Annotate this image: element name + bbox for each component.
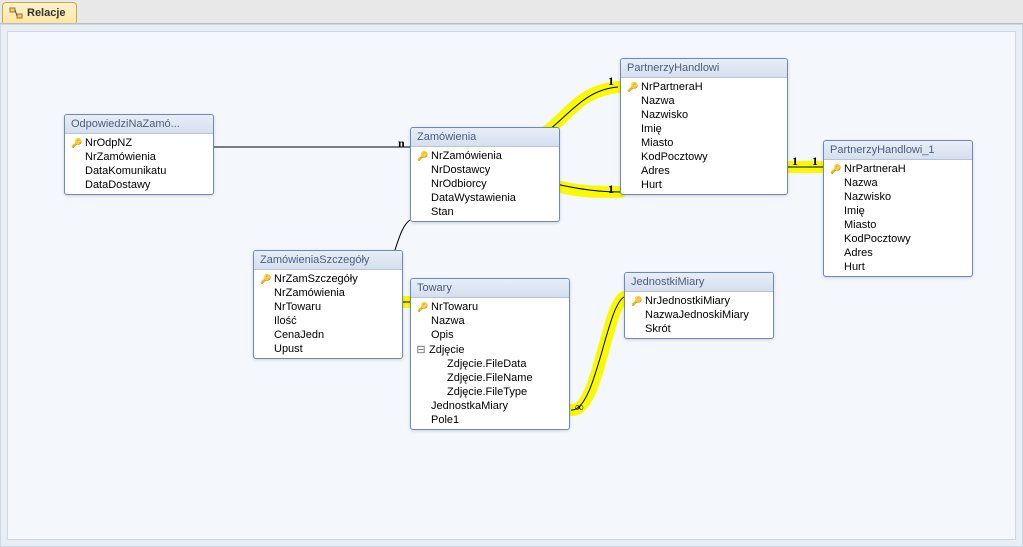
table-field[interactable]: Skrót: [625, 322, 773, 336]
table-header-zamsz[interactable]: ZamówieniaSzczegóły: [254, 251, 402, 270]
field-list-towary: NrTowaru Nazwa Opis ⊟ Zdjęcie Zdjęcie.Fi…: [411, 298, 569, 429]
field-list-jm: NrJednostkiMiary NazwaJednoskiMiary Skró…: [625, 292, 773, 338]
table-zamowienia[interactable]: Zamówienia NrZamówienia NrDostawcy NrOdb…: [410, 127, 560, 222]
table-field[interactable]: Nazwa: [411, 314, 569, 328]
field-list-zam: NrZamówienia NrDostawcy NrOdbiorcy DataW…: [411, 147, 559, 221]
collapse-icon[interactable]: ⊟: [415, 343, 427, 356]
table-partnerzy-1[interactable]: PartnerzyHandlowi_1 NrPartneraH Nazwa Na…: [823, 140, 973, 277]
relationships-icon: [9, 6, 23, 20]
table-field[interactable]: NrJednostkiMiary: [625, 294, 773, 308]
table-jednostki-miary[interactable]: JednostkiMiary NrJednostkiMiary NazwaJed…: [624, 272, 774, 339]
table-field[interactable]: NrZamSzczegóły: [254, 272, 402, 286]
cardinality-one2: 1: [608, 182, 614, 197]
table-field[interactable]: NrPartneraH: [621, 80, 787, 94]
table-field[interactable]: Imię: [824, 204, 972, 218]
table-field[interactable]: Ilość: [254, 314, 402, 328]
table-header-towary[interactable]: Towary: [411, 279, 569, 298]
primary-key-icon: [69, 138, 85, 149]
table-header-odp[interactable]: OdpowiedziNaZamó...: [65, 115, 213, 134]
primary-key-icon: [828, 164, 844, 175]
table-field-sub[interactable]: Zdjęcie.FileType: [411, 385, 569, 399]
table-field[interactable]: NrDostawcy: [411, 163, 559, 177]
field-list-partnerzy: NrPartneraH Nazwa Nazwisko Imię Miasto K…: [621, 78, 787, 194]
primary-key-icon: [629, 296, 645, 307]
table-field[interactable]: NrZamówienia: [411, 149, 559, 163]
table-field[interactable]: Stan: [411, 205, 559, 219]
table-field[interactable]: Hurt: [824, 260, 972, 274]
cardinality-inf6: ∞: [575, 400, 584, 415]
table-field[interactable]: DataKomunikatu: [65, 164, 213, 178]
cardinality-n: n: [398, 136, 405, 151]
table-header-partnerzy1[interactable]: PartnerzyHandlowi_1: [824, 141, 972, 160]
primary-key-icon: [415, 151, 431, 162]
table-partnerzy[interactable]: PartnerzyHandlowi NrPartneraH Nazwa Nazw…: [620, 58, 788, 195]
table-field[interactable]: Adres: [824, 246, 972, 260]
relationships-canvas[interactable]: ∞ n ∞ 1 ∞ 1 1 1 ∞ ∞ ∞ OdpowiedziNaZamó..…: [7, 31, 1016, 540]
table-header-jm[interactable]: JednostkiMiary: [625, 273, 773, 292]
table-field[interactable]: Nazwa: [824, 176, 972, 190]
table-field[interactable]: NrPartneraH: [824, 162, 972, 176]
field-list-odp: NrOdpNZ NrZamówienia DataKomunikatu Data…: [65, 134, 213, 194]
table-field[interactable]: DataDostawy: [65, 178, 213, 192]
table-field-sub[interactable]: Zdjęcie.FileName: [411, 371, 569, 385]
cardinality-one4: 1: [812, 154, 818, 169]
table-field[interactable]: Upust: [254, 342, 402, 356]
table-field[interactable]: Imię: [621, 122, 787, 136]
table-field[interactable]: NazwaJednoskiMiary: [625, 308, 773, 322]
table-field[interactable]: DataWystawienia: [411, 191, 559, 205]
table-field[interactable]: KodPocztowy: [824, 232, 972, 246]
table-field[interactable]: NrTowaru: [411, 300, 569, 314]
table-field[interactable]: NrZamówienia: [65, 150, 213, 164]
workspace[interactable]: ∞ n ∞ 1 ∞ 1 1 1 ∞ ∞ ∞ OdpowiedziNaZamó..…: [0, 24, 1023, 547]
primary-key-icon: [415, 302, 431, 313]
table-field[interactable]: Nazwa: [621, 94, 787, 108]
tab-relacje[interactable]: Relacje: [2, 2, 77, 23]
primary-key-icon: [625, 82, 641, 93]
table-field[interactable]: Hurt: [621, 178, 787, 192]
field-list-zamsz: NrZamSzczegóły NrZamówienia NrTowaru Ilo…: [254, 270, 402, 358]
table-field[interactable]: JednostkaMiary: [411, 399, 569, 413]
tab-bar: Relacje: [0, 0, 1023, 24]
table-field[interactable]: Adres: [621, 164, 787, 178]
table-header-zam[interactable]: Zamówienia: [411, 128, 559, 147]
table-field[interactable]: NrZamówienia: [254, 286, 402, 300]
table-header-partnerzy[interactable]: PartnerzyHandlowi: [621, 59, 787, 78]
primary-key-icon: [258, 274, 274, 285]
table-field[interactable]: NrOdbiorcy: [411, 177, 559, 191]
table-field[interactable]: Pole1: [411, 413, 569, 427]
tab-label: Relacje: [27, 7, 66, 19]
table-odpowiedzi[interactable]: OdpowiedziNaZamó... NrOdpNZ NrZamówienia…: [64, 114, 214, 195]
table-towary[interactable]: Towary NrTowaru Nazwa Opis ⊟ Zdjęcie Zdj…: [410, 278, 570, 430]
table-field[interactable]: NrTowaru: [254, 300, 402, 314]
table-field[interactable]: Nazwisko: [621, 108, 787, 122]
table-zamowienia-szczegoly[interactable]: ZamówieniaSzczegóły NrZamSzczegóły NrZam…: [253, 250, 403, 359]
field-list-partnerzy1: NrPartneraH Nazwa Nazwisko Imię Miasto K…: [824, 160, 972, 276]
table-field[interactable]: Miasto: [824, 218, 972, 232]
table-field[interactable]: CenaJedn: [254, 328, 402, 342]
cardinality-one3: 1: [792, 154, 798, 169]
table-field-sub[interactable]: Zdjęcie.FileData: [411, 357, 569, 371]
table-field[interactable]: KodPocztowy: [621, 150, 787, 164]
table-field[interactable]: Opis: [411, 328, 569, 342]
table-field[interactable]: Nazwisko: [824, 190, 972, 204]
table-field[interactable]: ⊟ Zdjęcie: [411, 342, 569, 357]
table-field[interactable]: NrOdpNZ: [65, 136, 213, 150]
table-field[interactable]: Miasto: [621, 136, 787, 150]
cardinality-one: 1: [608, 74, 614, 89]
